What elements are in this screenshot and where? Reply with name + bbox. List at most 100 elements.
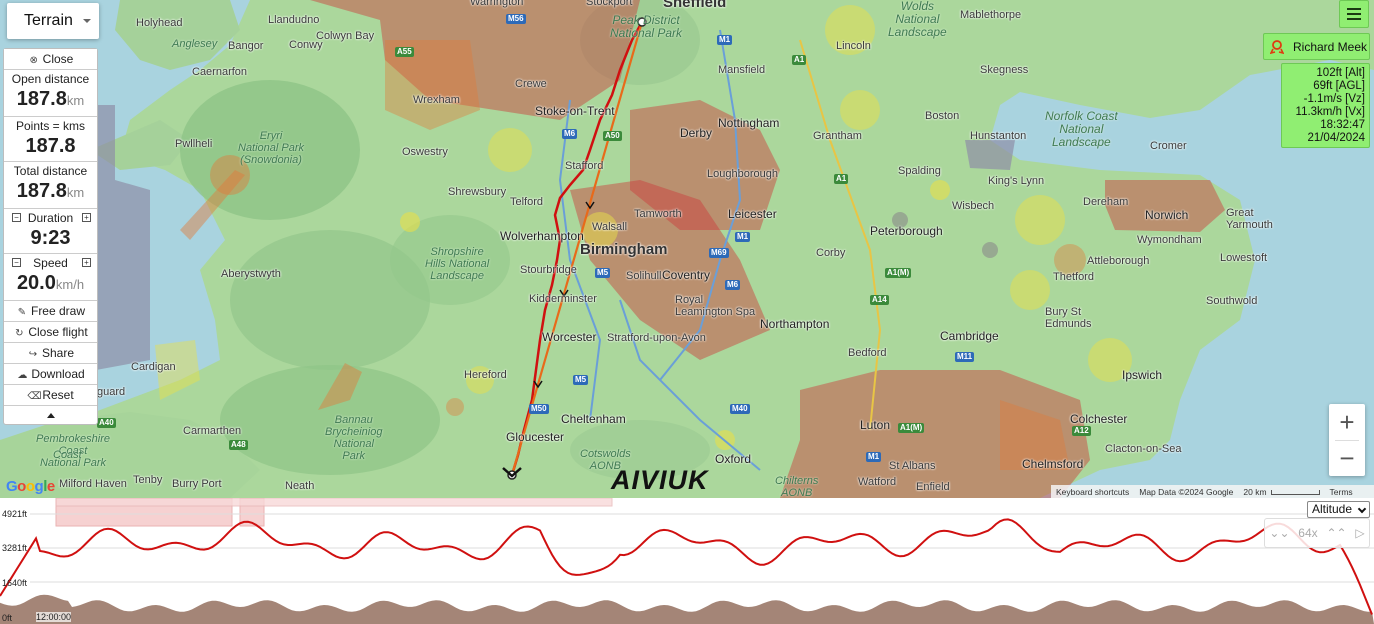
reset-button[interactable]: ⌫Reset [4, 385, 97, 406]
roads-a48: A48 [229, 440, 248, 450]
speed-collapse-icon[interactable]: − [12, 258, 21, 267]
roads-m1b: M1 [735, 232, 751, 242]
places-derby: Derby [680, 126, 713, 140]
ground-elevation [0, 594, 1374, 624]
menu-button[interactable] [1339, 0, 1369, 28]
places-bedford: Bedford [848, 347, 887, 359]
duration-collapse-icon[interactable]: − [12, 213, 21, 222]
places-oxford: Oxford [715, 452, 752, 466]
places-stafford: Stafford [565, 160, 604, 172]
parks-coast: Coast [53, 449, 82, 461]
places-telford: Telford [510, 196, 544, 208]
places-stockport: Stockport [586, 0, 633, 8]
parks-bannau: Bannau Brycheiniog National Park [325, 414, 383, 462]
places-bury: Bury St Edmunds [1045, 306, 1092, 330]
zoom-out-button[interactable]: − [1329, 440, 1365, 476]
close-button[interactable]: ⊗ Close [4, 49, 97, 70]
parks-shropshire: Shropshire Hills National Landscape [425, 246, 490, 282]
roads-a1m2: A1(M) [898, 423, 925, 433]
places-colchester: Colchester [1070, 412, 1128, 426]
places-solihull: Solihull [626, 270, 662, 282]
flight-stats-panel: ⊗ Close Open distance 187.8km Points = km… [3, 48, 98, 425]
download-button[interactable]: ☁ Download [4, 364, 97, 385]
roads-a40: A40 [97, 418, 116, 428]
places-nottingham: Nottingham [718, 116, 780, 130]
places-carmarthen: Carmarthen [183, 425, 242, 437]
places-loughborough: Loughborough [707, 168, 778, 180]
chevron-up-icon [46, 412, 55, 418]
map-view[interactable]: Sheffield Birmingham Wolverhampton Coventry… [0, 0, 1374, 498]
profile-metric-select[interactable]: Altitude [1307, 501, 1370, 518]
places-northampton: Northampton [760, 317, 830, 331]
places-stalbans: St Albans [889, 460, 936, 472]
places-worcester: Worcester [542, 330, 597, 344]
roads-m1c: M1 [866, 452, 882, 462]
places-holyhead: Holyhead [136, 17, 183, 29]
zoom-in-button[interactable]: + [1329, 404, 1365, 440]
places-lincoln: Lincoln [836, 40, 871, 52]
places-wisbech: Wisbech [952, 200, 995, 212]
pencil-icon: ✎ [17, 307, 27, 318]
zoom-control: + − [1329, 404, 1365, 476]
pilot-marker-icon [1270, 39, 1284, 54]
altitude-profile[interactable]: 4921ft 3281ft 1640ft 0ft 12:00:00 Altitu… [0, 498, 1374, 624]
places-greatyarmouth: Great Yarmouth [1226, 207, 1273, 231]
share-button[interactable]: ↪ Share [4, 343, 97, 364]
roads-m6b: M6 [725, 280, 741, 290]
playback-speed: 64x [1298, 526, 1318, 540]
vx-readout: 11.3km/h [Vx] [1295, 106, 1365, 118]
cloud-download-icon: ☁ [17, 370, 28, 381]
close-circle-icon: ⊗ [29, 55, 38, 66]
map-type-dropdown[interactable]: Terrain [7, 3, 99, 39]
roads-m50: M50 [529, 404, 549, 414]
places-coventry: Coventry [662, 268, 711, 282]
roads-m1a: M1 [717, 35, 733, 45]
places-colwynbay: Colwyn Bay [316, 30, 375, 42]
google-logo[interactable]: Google [6, 478, 55, 495]
places-milfordhaven: Milford Haven [59, 478, 127, 490]
places-boston: Boston [925, 110, 960, 122]
play-button[interactable]: ▷ [1355, 526, 1364, 540]
faster-button[interactable]: ⌃⌃ [1326, 526, 1346, 540]
roads-m69: M69 [709, 248, 729, 258]
roads-m11: M11 [955, 352, 975, 362]
duration-expand-icon[interactable]: + [82, 213, 91, 222]
places-mansfield: Mansfield [718, 64, 766, 76]
roads-m56: M56 [506, 14, 526, 24]
parks-peak: Peak District National Park [610, 13, 683, 40]
playback-controls: ⌄⌄ 64x ⌃⌃ ▷ [1264, 518, 1370, 548]
places-shrewsbury: Shrewsbury [448, 186, 507, 198]
keyboard-shortcuts-link[interactable]: Keyboard shortcuts [1056, 487, 1129, 497]
slower-button[interactable]: ⌄⌄ [1269, 526, 1289, 540]
places-leicester: Leicester [728, 207, 777, 221]
places-luton: Luton [860, 418, 891, 432]
vz-readout: -1.1m/s [Vz] [1303, 93, 1365, 105]
places-aberystwyth: Aberystwyth [221, 268, 281, 280]
app-root: Sheffield Birmingham Wolverhampton Coventry… [0, 0, 1374, 624]
places-sheffield: Sheffield [663, 0, 727, 11]
parks-wolds: Wolds National Landscape [888, 0, 947, 39]
roads-m5b: M5 [573, 375, 589, 385]
places-cheltenham: Cheltenham [561, 412, 626, 426]
scale-bar: 20 km [1243, 487, 1320, 497]
roads-a14: A14 [870, 295, 889, 305]
profile-graph [0, 498, 1374, 624]
roads-a1m: A1(M) [885, 268, 912, 278]
places-stoke: Stoke-on-Trent [535, 104, 615, 118]
telemetry-readout: 102ft [Alt] 69ft [AGL] -1.1m/s [Vz] 11.3… [1281, 63, 1370, 148]
hamburger-icon [1347, 8, 1361, 10]
roads-a1b: A1 [834, 174, 849, 184]
pilot-button[interactable]: Richard Meek [1263, 33, 1370, 60]
places-burryport: Burry Port [172, 478, 222, 490]
places-wolverhampton: Wolverhampton [500, 229, 584, 243]
speed-expand-icon[interactable]: + [82, 258, 91, 267]
free-draw-button[interactable]: ✎ Free draw [4, 301, 97, 322]
terms-link[interactable]: Terms [1330, 487, 1353, 497]
x-label-time: 12:00:00 [36, 612, 72, 622]
collapse-panel-button[interactable] [4, 406, 97, 424]
places-neath: Neath [285, 480, 315, 492]
close-flight-button[interactable]: ↻ Close flight [4, 322, 97, 343]
places-cardigan: Cardigan [131, 361, 176, 373]
altitude-readout: 102ft [Alt] [1316, 67, 1365, 79]
places-birmingham: Birmingham [580, 241, 668, 258]
